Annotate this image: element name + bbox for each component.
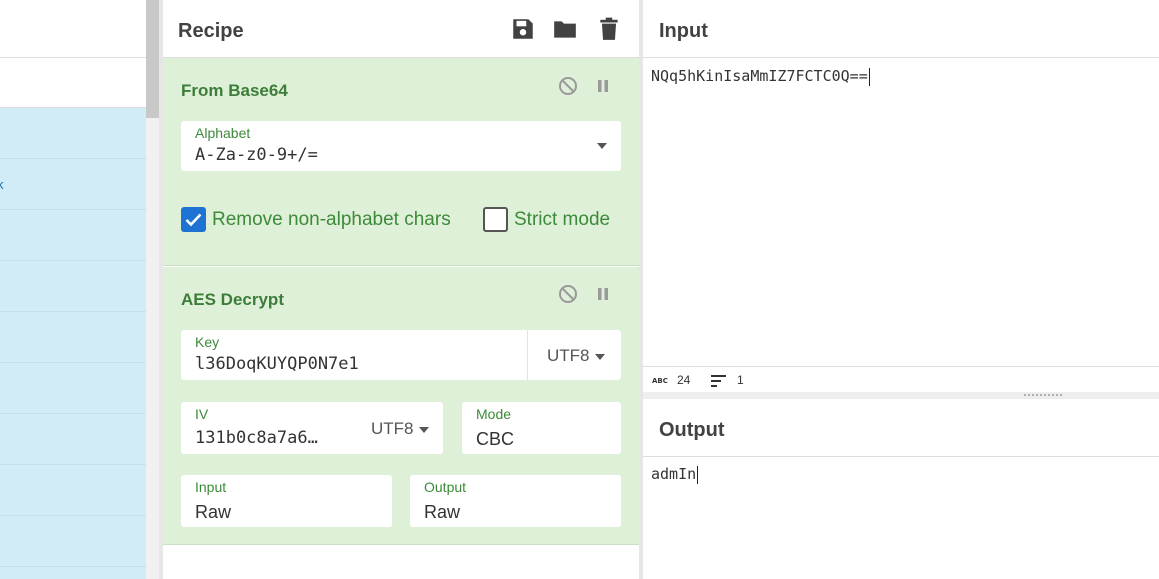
- list-item-fragment: k: [0, 177, 4, 192]
- iv-encoding-dropdown[interactable]: UTF8: [371, 419, 429, 439]
- input-textarea[interactable]: NQq5hKinIsaMmIZ7FCTC0Q==: [651, 67, 870, 86]
- input-text: NQq5hKinIsaMmIZ7FCTC0Q==: [651, 67, 868, 85]
- operations-search-area[interactable]: [0, 58, 146, 108]
- trash-icon[interactable]: [596, 16, 622, 42]
- field-divider: [527, 330, 528, 380]
- operation-aes-decrypt[interactable]: AES Decrypt Key l36DoqKUYQP0N7e1 UTF8 IV…: [163, 267, 639, 545]
- operation-title: AES Decrypt: [181, 290, 284, 309]
- input-header: Input: [643, 0, 1159, 58]
- text-cursor: [697, 465, 699, 484]
- recipe-panel: Recipe From Base64 Alphabet A-Za-z0-9+/=…: [163, 0, 639, 579]
- mode-value: CBC: [476, 429, 515, 449]
- input-title: Input: [659, 20, 708, 42]
- svg-text:ABC: ABC: [652, 377, 668, 384]
- list-item[interactable]: [0, 465, 146, 516]
- alphabet-select[interactable]: Alphabet A-Za-z0-9+/=: [181, 121, 621, 171]
- remove-non-alphabet-checkbox[interactable]: [181, 207, 206, 232]
- recipe-list: From Base64 Alphabet A-Za-z0-9+/= Remove…: [163, 58, 639, 579]
- io-panel: Input NQq5hKinIsaMmIZ7FCTC0Q== ABC 24 1 …: [643, 0, 1159, 579]
- pause-icon[interactable]: [593, 284, 613, 304]
- input-status-bar: ABC 24 1: [643, 366, 1159, 392]
- output-format-label: Output: [424, 479, 467, 495]
- save-icon[interactable]: [510, 16, 536, 42]
- output-text: admIn: [651, 465, 697, 483]
- operations-scrollbar-thumb[interactable]: [146, 0, 160, 118]
- input-format-label: Input: [195, 479, 227, 495]
- strict-mode-checkbox[interactable]: [483, 207, 508, 232]
- alphabet-label: Alphabet: [195, 125, 251, 141]
- folder-icon[interactable]: [552, 16, 578, 42]
- operations-scrollbar[interactable]: [146, 0, 160, 579]
- grip-icon: [1023, 393, 1063, 397]
- operations-list: k: [0, 108, 146, 579]
- input-format-select[interactable]: Input Raw: [181, 475, 392, 527]
- chevron-down-icon: [594, 353, 605, 360]
- iv-label: IV: [195, 406, 209, 422]
- strict-mode-label[interactable]: Strict mode: [514, 209, 610, 231]
- output-header: Output: [643, 399, 1159, 457]
- input-length: 24: [677, 373, 691, 387]
- iv-input[interactable]: 131b0c8a7a6…: [195, 428, 318, 448]
- key-label: Key: [195, 334, 220, 350]
- list-item[interactable]: k: [0, 159, 146, 210]
- list-item[interactable]: [0, 108, 146, 159]
- chevron-down-icon: [418, 426, 429, 433]
- chevron-down-icon: [597, 143, 607, 149]
- key-encoding-value: UTF8: [547, 346, 590, 365]
- input-lines: 1: [737, 373, 744, 387]
- disable-icon[interactable]: [558, 76, 578, 96]
- list-item[interactable]: [0, 414, 146, 465]
- recipe-header: Recipe: [163, 0, 639, 58]
- recipe-title: Recipe: [178, 20, 244, 42]
- key-field[interactable]: Key l36DoqKUYQP0N7e1 UTF8: [181, 330, 621, 380]
- list-item[interactable]: [0, 261, 146, 312]
- alphabet-value: A-Za-z0-9+/=: [195, 145, 318, 165]
- remove-non-alphabet-label[interactable]: Remove non-alphabet chars: [212, 209, 451, 231]
- key-input[interactable]: l36DoqKUYQP0N7e1: [195, 354, 359, 374]
- mode-label: Mode: [476, 406, 512, 422]
- output-format-select[interactable]: Output Raw: [410, 475, 621, 527]
- output-textarea[interactable]: admIn: [651, 465, 699, 484]
- io-resize-handle[interactable]: [643, 392, 1159, 399]
- mode-select[interactable]: Mode CBC: [462, 402, 621, 454]
- key-encoding-dropdown[interactable]: UTF8: [547, 346, 605, 366]
- iv-field[interactable]: IV 131b0c8a7a6… UTF8: [181, 402, 443, 454]
- lines-icon: [711, 375, 726, 387]
- pause-icon[interactable]: [593, 76, 613, 96]
- list-item[interactable]: [0, 210, 146, 261]
- operation-title: From Base64: [181, 81, 288, 100]
- text-cursor: [868, 67, 870, 86]
- operations-panel: k: [0, 0, 146, 579]
- disable-icon[interactable]: [558, 284, 578, 304]
- list-item[interactable]: [0, 312, 146, 363]
- iv-encoding-value: UTF8: [371, 419, 414, 438]
- checkmark-icon: [185, 213, 202, 227]
- length-icon: ABC: [652, 377, 668, 384]
- input-format-value: Raw: [195, 502, 232, 522]
- list-item[interactable]: [0, 516, 146, 567]
- operations-header: [0, 0, 146, 58]
- list-item[interactable]: [0, 363, 146, 414]
- output-format-value: Raw: [424, 502, 461, 522]
- output-title: Output: [659, 419, 725, 441]
- operation-from-base64[interactable]: From Base64 Alphabet A-Za-z0-9+/= Remove…: [163, 58, 639, 266]
